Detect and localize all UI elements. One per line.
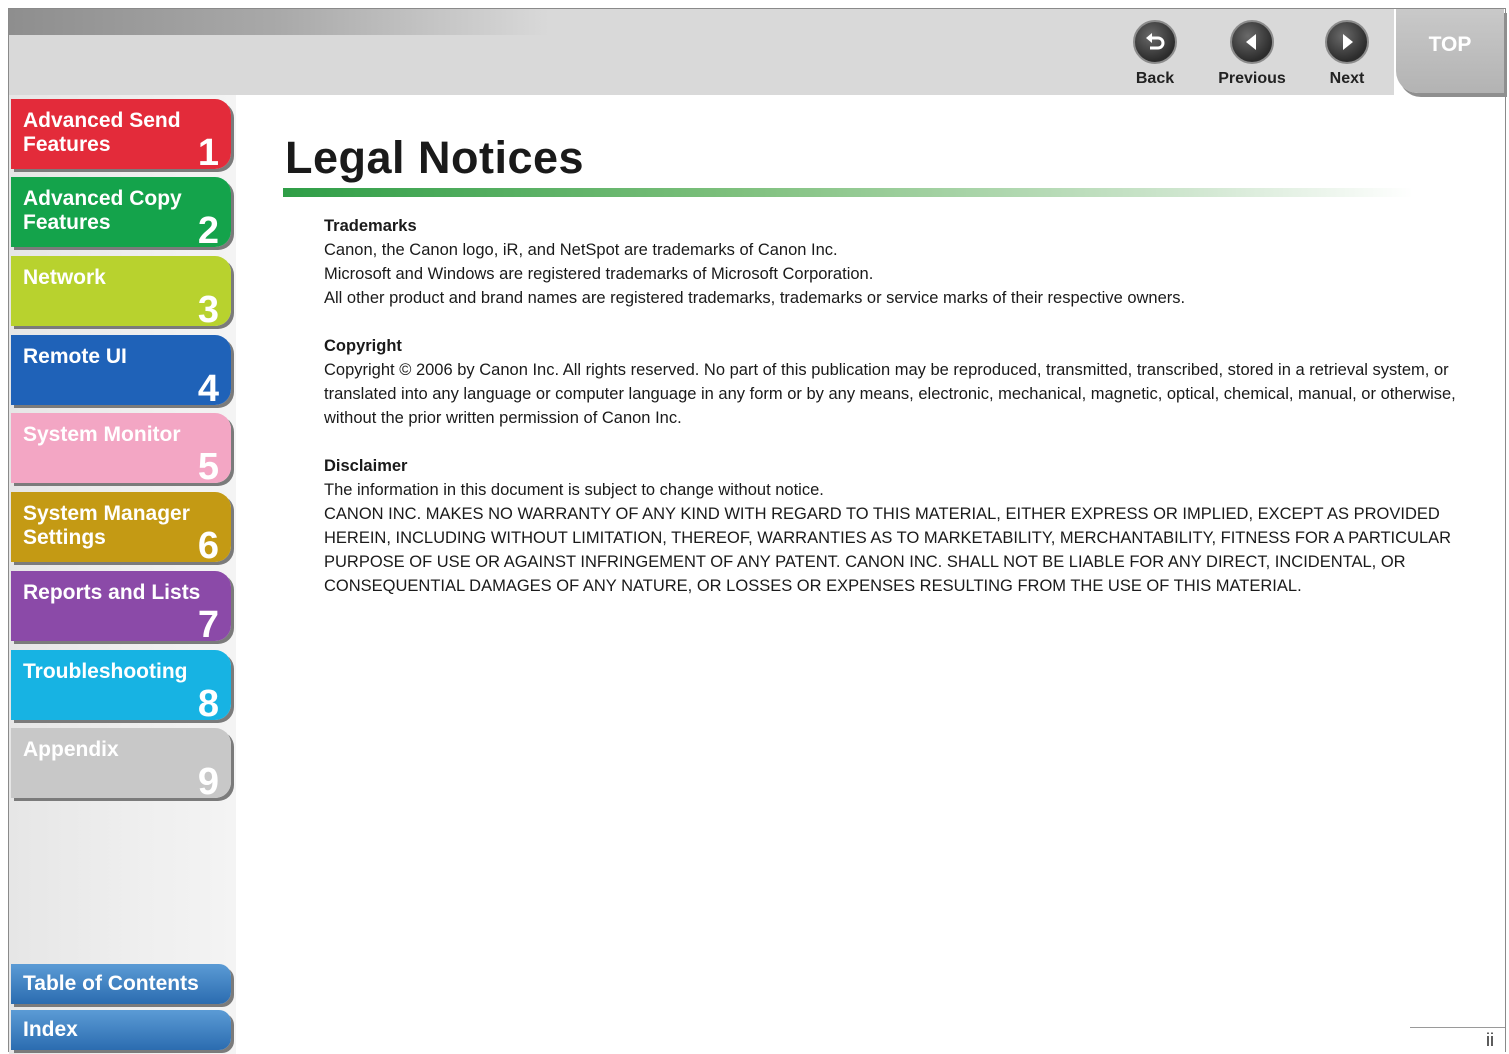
top-button[interactable]: TOP bbox=[1396, 9, 1504, 93]
top-label: TOP bbox=[1428, 33, 1472, 56]
next-label: Next bbox=[1329, 70, 1365, 87]
table-of-contents-button[interactable]: Table of Contents bbox=[11, 964, 231, 1004]
chapter-tab-7[interactable]: Reports and Lists 7 bbox=[11, 571, 231, 645]
chapter-number: 1 bbox=[197, 132, 219, 174]
chapter-label: Reports and Lists bbox=[23, 581, 201, 604]
previous-icon bbox=[1230, 20, 1274, 64]
section-disclaimer: Disclaimer The information in this docum… bbox=[324, 454, 1484, 598]
footer-rule bbox=[1410, 1027, 1505, 1028]
page-number: ii bbox=[1486, 1030, 1494, 1050]
table-of-contents-label: Table of Contents bbox=[23, 972, 199, 995]
section-heading: Trademarks bbox=[324, 217, 417, 235]
index-button[interactable]: Index bbox=[11, 1010, 231, 1050]
next-button[interactable]: Next bbox=[1302, 20, 1392, 88]
next-icon bbox=[1325, 20, 1369, 64]
chapter-label: System Monitor bbox=[23, 423, 181, 446]
title-underline bbox=[283, 188, 1413, 197]
chapter-tab-6[interactable]: System Manager Settings 6 bbox=[11, 492, 231, 566]
chapter-tab-5[interactable]: System Monitor 5 bbox=[11, 413, 231, 487]
chapter-label: Remote UI bbox=[23, 345, 127, 368]
chapter-label: System Manager Settings bbox=[23, 502, 190, 549]
chapter-tab-4[interactable]: Remote UI 4 bbox=[11, 335, 231, 409]
back-button[interactable]: Back bbox=[1110, 20, 1200, 88]
content-area: Trademarks Canon, the Canon logo, iR, an… bbox=[324, 214, 1484, 622]
chapter-number: 4 bbox=[197, 368, 219, 410]
chapter-label: Advanced Copy Features bbox=[23, 187, 182, 234]
chapter-number: 9 bbox=[197, 761, 219, 803]
paragraph: All other product and brand names are re… bbox=[324, 289, 1186, 307]
section-heading: Copyright bbox=[324, 337, 402, 355]
section-heading: Disclaimer bbox=[324, 457, 408, 475]
chapter-label: Advanced Send Features bbox=[23, 109, 181, 156]
chapter-label: Appendix bbox=[23, 738, 119, 761]
chapter-tab-9[interactable]: Appendix 9 bbox=[11, 728, 231, 802]
chapter-number: 5 bbox=[197, 446, 219, 488]
chapter-tab-8[interactable]: Troubleshooting 8 bbox=[11, 650, 231, 724]
previous-label: Previous bbox=[1218, 70, 1286, 87]
paragraph: Copyright © 2006 by Canon Inc. All right… bbox=[324, 361, 1456, 427]
section-copyright: Copyright Copyright © 2006 by Canon Inc.… bbox=[324, 334, 1484, 430]
paragraph: The information in this document is subj… bbox=[324, 481, 824, 499]
paragraph: Canon, the Canon logo, iR, and NetSpot a… bbox=[324, 241, 838, 259]
chapter-tab-3[interactable]: Network 3 bbox=[11, 256, 231, 330]
chapter-label: Network bbox=[23, 266, 106, 289]
index-label: Index bbox=[23, 1018, 78, 1041]
chapter-tab-2[interactable]: Advanced Copy Features 2 bbox=[11, 177, 231, 251]
chapter-number: 6 bbox=[197, 525, 219, 567]
paragraph: CANON INC. MAKES NO WARRANTY OF ANY KIND… bbox=[324, 505, 1452, 595]
top-bar-strip bbox=[9, 9, 549, 35]
paragraph: Microsoft and Windows are registered tra… bbox=[324, 265, 874, 283]
chapter-number: 7 bbox=[197, 604, 219, 646]
page-title: Legal Notices bbox=[285, 132, 585, 183]
back-label: Back bbox=[1135, 70, 1175, 87]
chapter-number: 2 bbox=[197, 210, 219, 252]
previous-button[interactable]: Previous bbox=[1207, 20, 1297, 88]
chapter-tab-1[interactable]: Advanced Send Features 1 bbox=[11, 99, 231, 173]
back-icon bbox=[1133, 20, 1177, 64]
chapter-number: 3 bbox=[197, 289, 219, 331]
chapter-label: Troubleshooting bbox=[23, 660, 188, 683]
section-trademarks: Trademarks Canon, the Canon logo, iR, an… bbox=[324, 214, 1484, 310]
chapter-number: 8 bbox=[197, 683, 219, 725]
